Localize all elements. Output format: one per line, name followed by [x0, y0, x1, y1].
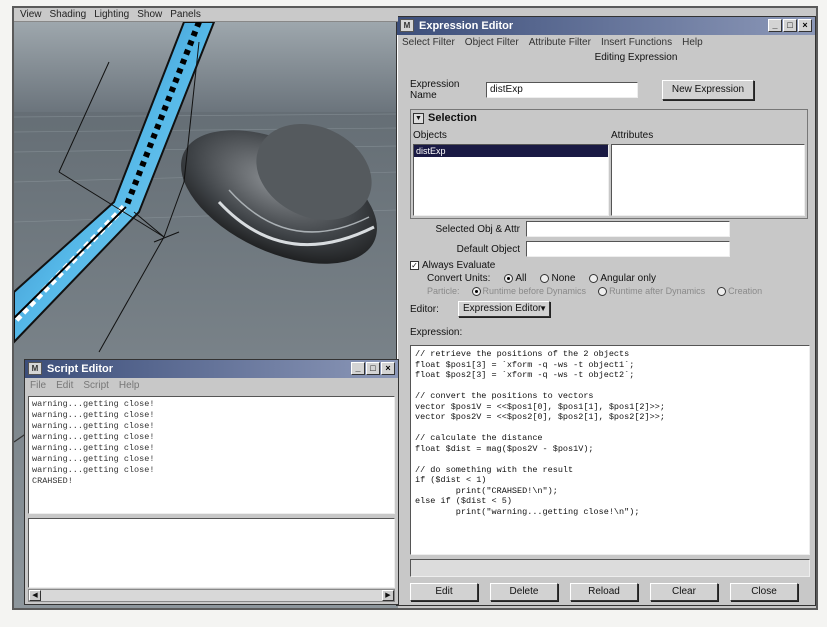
maximize-button[interactable]: □	[366, 362, 380, 375]
editor-dropdown[interactable]: Expression Editor ▼	[458, 301, 550, 317]
menu-object-filter[interactable]: Object Filter	[465, 35, 519, 51]
expression-editor-window[interactable]: M Expression Editor _ □ × Select Filter …	[396, 16, 816, 606]
menu-insert-functions[interactable]: Insert Functions	[601, 35, 672, 51]
clear-button[interactable]: Clear	[650, 583, 718, 601]
menu-edit[interactable]: Edit	[56, 378, 73, 394]
menu-view[interactable]: View	[20, 8, 42, 21]
minimize-button[interactable]: _	[351, 362, 365, 375]
viewport-menubar: View Shading Lighting Show Panels	[14, 8, 398, 22]
script-editor-titlebar[interactable]: M Script Editor _ □ ×	[25, 360, 398, 378]
close-window-button[interactable]: ×	[798, 19, 812, 32]
objects-list[interactable]: distExp	[413, 144, 609, 216]
scroll-left-icon[interactable]: ◀	[29, 590, 41, 601]
edit-button[interactable]: Edit	[410, 583, 478, 601]
chevron-down-icon: ▼	[539, 304, 547, 313]
script-editor-menubar: File Edit Script Help	[25, 378, 398, 394]
menu-script[interactable]: Script	[83, 378, 109, 394]
app-frame: View Shading Lighting Show Panels M Expr…	[12, 6, 818, 610]
script-window-title: Script Editor	[47, 363, 114, 375]
menu-select-filter[interactable]: Select Filter	[402, 35, 455, 51]
objects-label: Objects	[413, 130, 447, 141]
runtime-after-radio[interactable]: Runtime after Dynamics	[598, 286, 705, 297]
always-evaluate-checkbox[interactable]: ✓	[410, 261, 419, 270]
maximize-button[interactable]: □	[783, 19, 797, 32]
expression-status-line	[410, 559, 810, 577]
menu-attribute-filter[interactable]: Attribute Filter	[529, 35, 591, 51]
particle-label: Particle:	[427, 286, 460, 297]
selected-obj-attr-field[interactable]	[526, 221, 730, 237]
expression-editor-titlebar[interactable]: M Expression Editor _ □ ×	[397, 17, 815, 35]
menu-help[interactable]: Help	[119, 378, 140, 394]
script-history-output: warning...getting close! warning...getti…	[28, 396, 395, 514]
menu-lighting[interactable]: Lighting	[94, 8, 129, 21]
convert-units-label: Convert Units:	[427, 273, 491, 284]
always-evaluate-label: Always Evaluate	[422, 260, 496, 271]
maya-window-icon: M	[28, 362, 42, 375]
minimize-button[interactable]: _	[768, 19, 782, 32]
editor-label: Editor:	[410, 303, 439, 315]
convert-none-radio[interactable]: None	[540, 273, 575, 284]
expression-name-field[interactable]: distExp	[486, 82, 638, 98]
menu-panels[interactable]: Panels	[170, 8, 201, 21]
expression-name-label: Expression Name	[410, 79, 460, 101]
collapse-arrow-icon[interactable]: ▼	[413, 112, 424, 124]
attributes-list[interactable]	[611, 144, 805, 216]
menu-show[interactable]: Show	[137, 8, 162, 21]
expression-code-editor[interactable]: // retrieve the positions of the 2 objec…	[410, 345, 810, 555]
creation-radio[interactable]: Creation	[717, 286, 762, 297]
expression-label: Expression:	[410, 327, 463, 338]
runtime-before-radio[interactable]: Runtime before Dynamics	[471, 286, 586, 297]
selected-obj-attr-label: Selected Obj & Attr	[435, 223, 521, 235]
list-item[interactable]: distExp	[414, 145, 608, 157]
script-editor-window[interactable]: M Script Editor _ □ × File Edit Script H…	[24, 359, 399, 605]
menu-help[interactable]: Help	[682, 35, 703, 51]
menu-file[interactable]: File	[30, 378, 46, 394]
new-expression-button[interactable]: New Expression	[662, 80, 754, 100]
editing-mode-label: Editing Expression	[594, 52, 678, 63]
horizontal-scrollbar[interactable]: ◀ ▶	[28, 589, 395, 602]
close-window-button[interactable]: ×	[381, 362, 395, 375]
default-object-field[interactable]	[526, 241, 730, 257]
delete-button[interactable]: Delete	[490, 583, 558, 601]
default-object-label: Default Object	[456, 243, 520, 255]
selection-section: ▼ Selection Objects Attributes distExp	[410, 109, 808, 219]
maya-window-icon: M	[400, 19, 414, 32]
reload-button[interactable]: Reload	[570, 583, 638, 601]
convert-all-radio[interactable]: All	[504, 273, 526, 284]
scroll-right-icon[interactable]: ▶	[382, 590, 394, 601]
script-input-field[interactable]	[28, 518, 395, 588]
attributes-label: Attributes	[611, 130, 654, 141]
selection-header: Selection	[428, 112, 477, 124]
expression-editor-menubar: Select Filter Object Filter Attribute Fi…	[397, 35, 815, 51]
close-button[interactable]: Close	[730, 583, 798, 601]
menu-shading[interactable]: Shading	[50, 8, 87, 21]
window-title: Expression Editor	[419, 20, 514, 32]
convert-angular-radio[interactable]: Angular only	[589, 273, 656, 284]
